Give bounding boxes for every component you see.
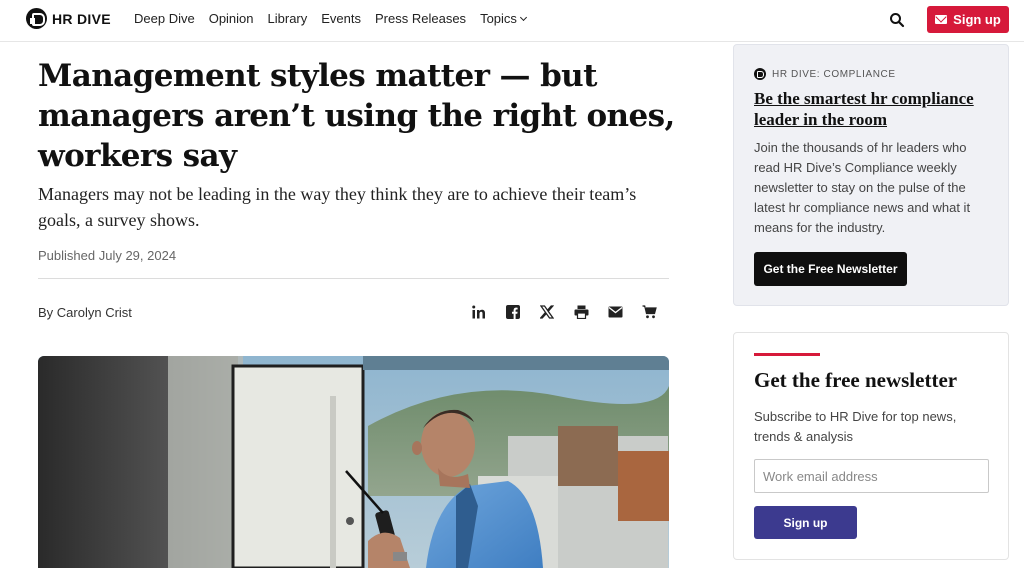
published-date: Published July 29, 2024	[38, 248, 177, 263]
divider	[38, 278, 669, 279]
promo-brand: HR DIVE: COMPLIANCE	[754, 68, 896, 80]
email-icon[interactable]	[606, 303, 624, 321]
search-icon[interactable]	[889, 12, 905, 28]
newsletter-title: Get the free newsletter	[754, 368, 958, 392]
logo-mark-icon	[26, 8, 47, 29]
email-field[interactable]	[754, 459, 989, 493]
facebook-icon[interactable]	[504, 303, 522, 321]
x-icon[interactable]	[538, 303, 556, 321]
promo-body: Join the thousands of hr leaders who rea…	[754, 140, 971, 235]
main-nav: Deep Dive Opinion Library Events Press R…	[134, 11, 527, 26]
nav-deep-dive[interactable]: Deep Dive	[134, 11, 195, 26]
logo-text: HR DIVE	[52, 10, 111, 27]
print-icon[interactable]	[572, 303, 590, 321]
nav-topics[interactable]: Topics	[480, 11, 527, 26]
chevron-down-icon	[519, 13, 527, 22]
nav-library[interactable]: Library	[268, 11, 308, 26]
signup-button[interactable]: Sign up	[927, 6, 1009, 33]
promo-title-link[interactable]: Be the smartest hr compliance leader in …	[754, 88, 994, 130]
compliance-promo: HR DIVE: COMPLIANCE Be the smartest hr c…	[733, 44, 1009, 306]
nav-events[interactable]: Events	[321, 11, 361, 26]
article-headline: Management styles matter — but managers …	[38, 58, 675, 174]
signup-button-label: Sign up	[953, 12, 1001, 27]
share-toolbar	[470, 303, 658, 321]
accent-bar	[754, 353, 820, 356]
promo-brand-label: HR DIVE: COMPLIANCE	[772, 68, 896, 80]
nav-topics-label: Topics	[480, 11, 517, 26]
get-free-newsletter-button[interactable]: Get the Free Newsletter	[754, 252, 907, 286]
site-logo[interactable]: HR DIVE	[26, 8, 111, 29]
cart-icon[interactable]	[640, 303, 658, 321]
logo-mark-icon	[754, 68, 766, 80]
article-hero-image	[38, 356, 669, 568]
mail-icon	[935, 15, 948, 24]
newsletter-signup: Get the free newsletter Subscribe to HR …	[733, 332, 1009, 560]
article-byline: By Carolyn Crist	[38, 305, 132, 320]
linkedin-icon[interactable]	[470, 303, 488, 321]
newsletter-body: Subscribe to HR Dive for top news, trend…	[754, 409, 957, 444]
nav-press-releases[interactable]: Press Releases	[375, 11, 466, 26]
site-header: HR DIVE Deep Dive Opinion Library Events…	[0, 0, 1024, 42]
newsletter-signup-button[interactable]: Sign up	[754, 506, 857, 539]
nav-opinion[interactable]: Opinion	[209, 11, 254, 26]
article-dek: Managers may not be leading in the way t…	[38, 184, 637, 230]
